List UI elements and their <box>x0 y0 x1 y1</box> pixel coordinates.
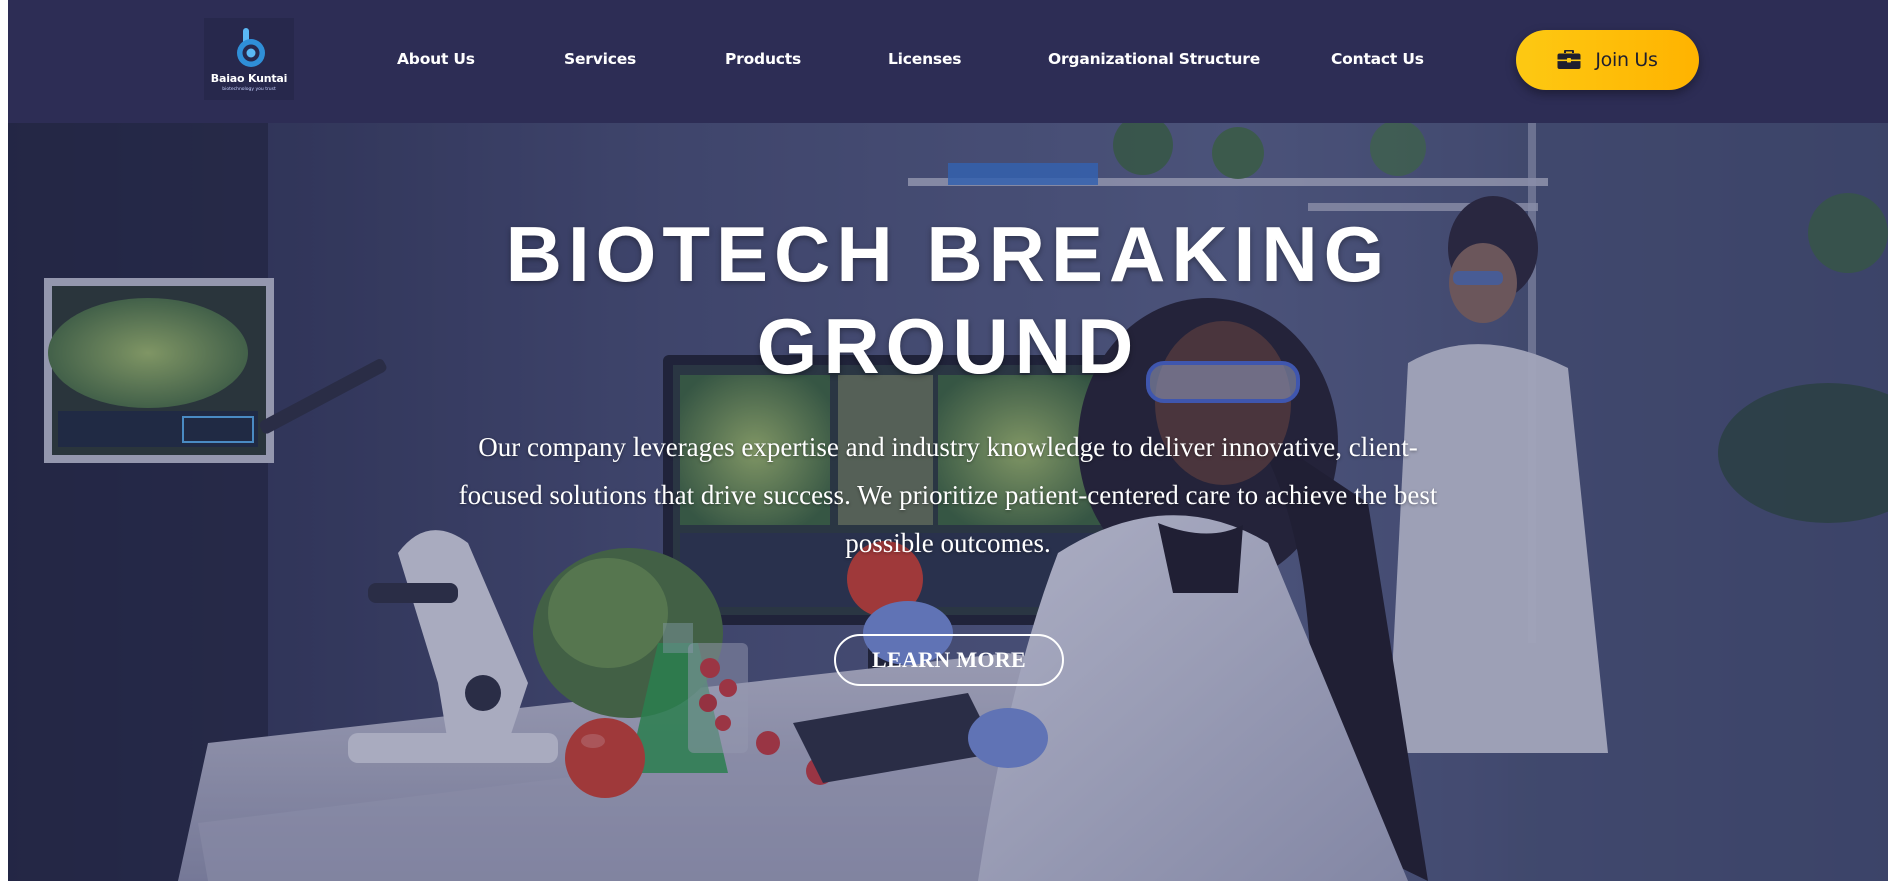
join-us-button[interactable]: Join Us <box>1516 30 1699 90</box>
site-header: Baiao Kuntai biotechnology you trust Abo… <box>8 0 1888 123</box>
hero-title: BIOTECH BREAKING GROUND <box>8 208 1888 392</box>
nav-licenses[interactable]: Licenses <box>888 50 961 68</box>
nav-organizational-structure[interactable]: Organizational Structure <box>1048 50 1260 68</box>
hero-title-line-1: BIOTECH BREAKING <box>505 210 1391 298</box>
nav-about-us[interactable]: About Us <box>397 50 475 68</box>
hero-title-line-2: GROUND <box>756 302 1140 390</box>
hero-section: BIOTECH BREAKING GROUND Our company leve… <box>8 123 1888 881</box>
nav-contact-us[interactable]: Contact Us <box>1331 50 1424 68</box>
briefcase-icon <box>1557 50 1581 69</box>
nav-products[interactable]: Products <box>725 50 801 68</box>
learn-more-button[interactable]: LEARN MORE <box>834 634 1064 686</box>
nav-services[interactable]: Services <box>564 50 636 68</box>
hero-description: Our company leverages expertise and indu… <box>458 432 1438 558</box>
join-us-label: Join Us <box>1595 49 1658 71</box>
